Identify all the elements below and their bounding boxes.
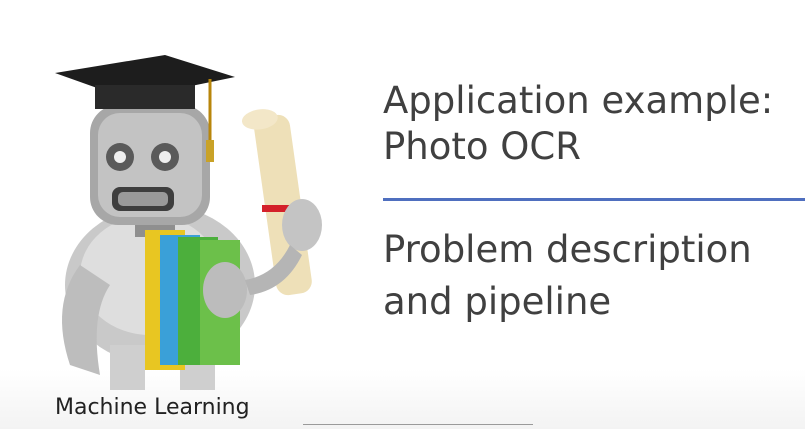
slide: Machine Learning Application example: Ph… <box>0 0 805 429</box>
subtitle-line-1: Problem description <box>383 228 752 271</box>
subtitle-line-2: and pipeline <box>383 280 612 323</box>
title-line-2: Photo OCR <box>383 125 581 168</box>
title-divider <box>383 198 805 201</box>
course-label: Machine Learning <box>55 395 250 420</box>
bottom-rule <box>303 424 533 425</box>
title-line-1: Application example: <box>383 79 774 122</box>
slide-title: Application example: Photo OCR <box>383 78 773 170</box>
slide-subtitle: Problem description and pipeline <box>383 224 752 328</box>
graduate-robot-icon <box>55 55 322 390</box>
